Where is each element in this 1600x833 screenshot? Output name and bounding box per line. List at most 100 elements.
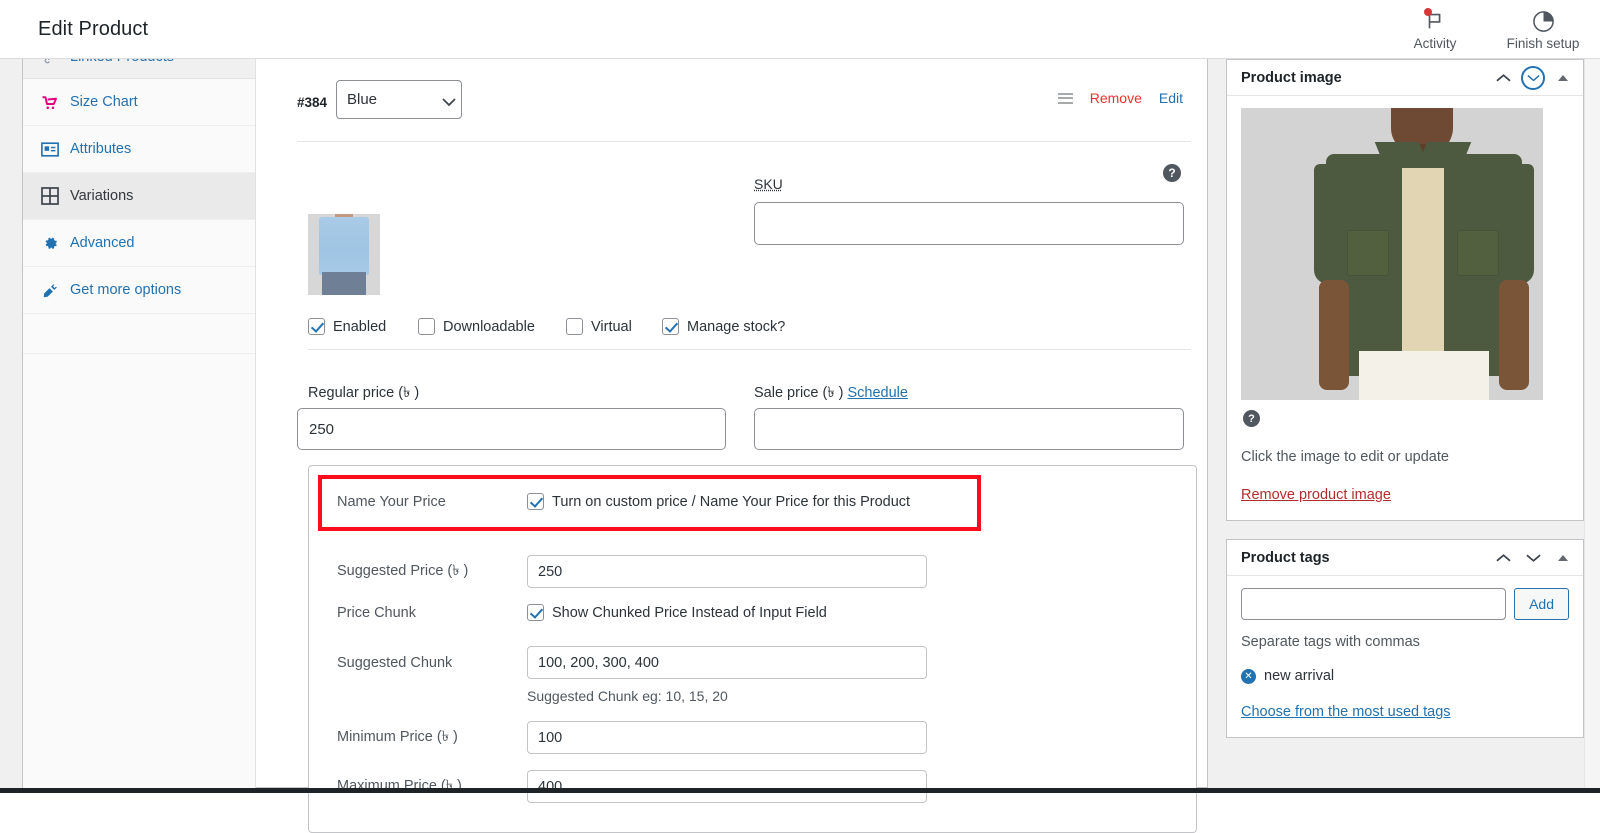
name-your-price-toggle-label: Turn on custom price / Name Your Price f… (552, 494, 910, 510)
suggested-chunk-input[interactable] (527, 646, 927, 679)
product-image-panel: Product image (1226, 59, 1584, 521)
move-down-icon[interactable] (1521, 546, 1545, 570)
sidebar-item-attributes[interactable]: Attributes (23, 126, 255, 173)
product-tags-panel-body: Add Separate tags with commas ✕ new arri… (1227, 576, 1583, 737)
downloadable-checkbox[interactable] (418, 318, 435, 335)
minimum-price-row: Minimum Price (৳ ) (337, 721, 927, 754)
sku-label: SKU (754, 176, 783, 192)
move-up-icon[interactable] (1491, 66, 1515, 90)
sidebar-item-size-chart[interactable]: Size Chart (23, 79, 255, 126)
product-image-help-icon[interactable]: ? (1243, 410, 1260, 427)
move-down-icon[interactable] (1521, 66, 1545, 90)
enabled-label: Enabled (333, 319, 386, 335)
tag-input[interactable] (1241, 588, 1506, 620)
choose-most-used-tags-link[interactable]: Choose from the most used tags (1241, 704, 1451, 720)
downloadable-checkbox-item[interactable]: Downloadable (418, 318, 566, 335)
page-background: Linked Products Size Chart (0, 59, 1600, 793)
model-pants (1359, 351, 1489, 400)
name-your-price-panel: Name Your Price Turn on custom price / N… (308, 465, 1197, 833)
minimum-price-input[interactable] (527, 721, 927, 754)
suggested-chunk-hint: Suggested Chunk eg: 10, 15, 20 (527, 688, 728, 704)
drag-handle-icon[interactable] (1058, 93, 1073, 104)
variation-attribute-select[interactable]: Blue (336, 80, 462, 119)
manage-stock-checkbox[interactable] (662, 318, 679, 335)
sidebar-item-label: Attributes (70, 141, 131, 157)
variation-thumbnail[interactable] (308, 214, 380, 295)
product-image-panel-title: Product image (1241, 70, 1342, 86)
finish-setup-button[interactable]: Finish setup (1504, 2, 1582, 51)
bottom-bar (0, 788, 1600, 793)
model-sleeve-right (1494, 164, 1534, 284)
activity-badge-dot (1424, 8, 1432, 16)
model-pocket-left (1347, 230, 1389, 276)
remove-product-image-link[interactable]: Remove product image (1241, 487, 1391, 503)
price-chunk-label: Price Chunk (337, 605, 527, 621)
toggle-panel-icon[interactable] (1551, 66, 1575, 90)
move-up-icon[interactable] (1491, 546, 1515, 570)
plugin-icon (41, 281, 59, 299)
product-tags-panel-header: Product tags (1227, 540, 1583, 576)
price-chunk-checkbox[interactable] (527, 604, 544, 621)
suggested-chunk-row: Suggested Chunk (337, 646, 927, 679)
model-shirt-opening (1402, 158, 1444, 373)
sku-help-icon[interactable]: ? (1163, 164, 1181, 182)
virtual-label: Virtual (591, 319, 632, 335)
remove-tag-icon[interactable]: ✕ (1241, 669, 1256, 684)
thumb-shirt (319, 217, 369, 275)
sidebar-item-advanced[interactable]: Advanced (23, 220, 255, 267)
name-your-price-checkbox[interactable] (527, 493, 544, 510)
page-title: Edit Product (38, 18, 148, 41)
flags-divider (308, 349, 1191, 350)
variation-divider (297, 141, 1191, 142)
sidebar-item-variations[interactable]: Variations (23, 173, 255, 220)
sidebar-item-get-more-options[interactable]: Get more options (23, 267, 255, 314)
regular-price-input[interactable] (297, 408, 726, 450)
variation-flags-row: Enabled Downloadable Virtual Manage stoc… (308, 318, 785, 335)
model-arm-left (1319, 280, 1349, 390)
suggested-price-input[interactable] (527, 555, 927, 588)
size-chart-icon (41, 93, 59, 111)
product-tags-panel-title: Product tags (1241, 550, 1330, 566)
manage-stock-checkbox-item[interactable]: Manage stock? (662, 318, 785, 335)
enabled-checkbox-item[interactable]: Enabled (308, 318, 418, 335)
schedule-link[interactable]: Schedule (847, 385, 907, 401)
progress-circle-icon (1532, 8, 1555, 34)
sidebar-item-linked-products[interactable]: Linked Products (23, 59, 255, 79)
price-chunk-toggle-label: Show Chunked Price Instead of Input Fiel… (552, 605, 827, 621)
model-pocket-right (1457, 230, 1499, 276)
edit-variation-link[interactable]: Edit (1159, 90, 1183, 106)
product-image-caption: Click the image to edit or update (1241, 449, 1569, 465)
left-gutter (0, 59, 22, 793)
enabled-checkbox[interactable] (308, 318, 325, 335)
toggle-panel-icon[interactable] (1551, 546, 1575, 570)
product-image-panel-body: ? Click the image to edit or update Remo… (1227, 96, 1583, 520)
product-image-preview[interactable] (1241, 108, 1543, 400)
sale-price-input[interactable] (754, 408, 1184, 450)
tag-chip: ✕ new arrival (1241, 668, 1569, 684)
downloadable-label: Downloadable (443, 319, 535, 335)
link-icon (41, 59, 59, 67)
price-chunk-toggle-item[interactable]: Show Chunked Price Instead of Input Fiel… (527, 604, 827, 621)
regular-price-label: Regular price (৳ ) (308, 382, 419, 406)
variations-icon (41, 187, 59, 205)
activity-label: Activity (1414, 36, 1457, 51)
name-your-price-toggle-item[interactable]: Turn on custom price / Name Your Price f… (527, 493, 910, 510)
maximum-price-input[interactable] (527, 770, 927, 803)
tag-entry-row: Add (1241, 588, 1569, 620)
name-your-price-row: Name Your Price Turn on custom price / N… (337, 493, 910, 510)
sidebar-item-label: Advanced (70, 235, 135, 251)
suggested-price-label: Suggested Price (৳ ) (337, 560, 527, 584)
virtual-checkbox-item[interactable]: Virtual (566, 318, 662, 335)
page-scrollbar[interactable] (1584, 59, 1600, 793)
product-image-panel-controls (1491, 60, 1575, 96)
virtual-checkbox[interactable] (566, 318, 583, 335)
product-data-tab-list: Linked Products Size Chart (23, 59, 256, 788)
variation-header-row: #384 Blue Remove Edit (297, 80, 1191, 140)
manage-stock-label: Manage stock? (687, 319, 785, 335)
tag-hint-text: Separate tags with commas (1241, 634, 1569, 650)
remove-variation-link[interactable]: Remove (1090, 90, 1142, 106)
sku-input[interactable] (754, 202, 1184, 245)
product-image-panel-header: Product image (1227, 60, 1583, 96)
add-tag-button[interactable]: Add (1514, 588, 1569, 620)
activity-button[interactable]: Activity (1396, 2, 1474, 51)
